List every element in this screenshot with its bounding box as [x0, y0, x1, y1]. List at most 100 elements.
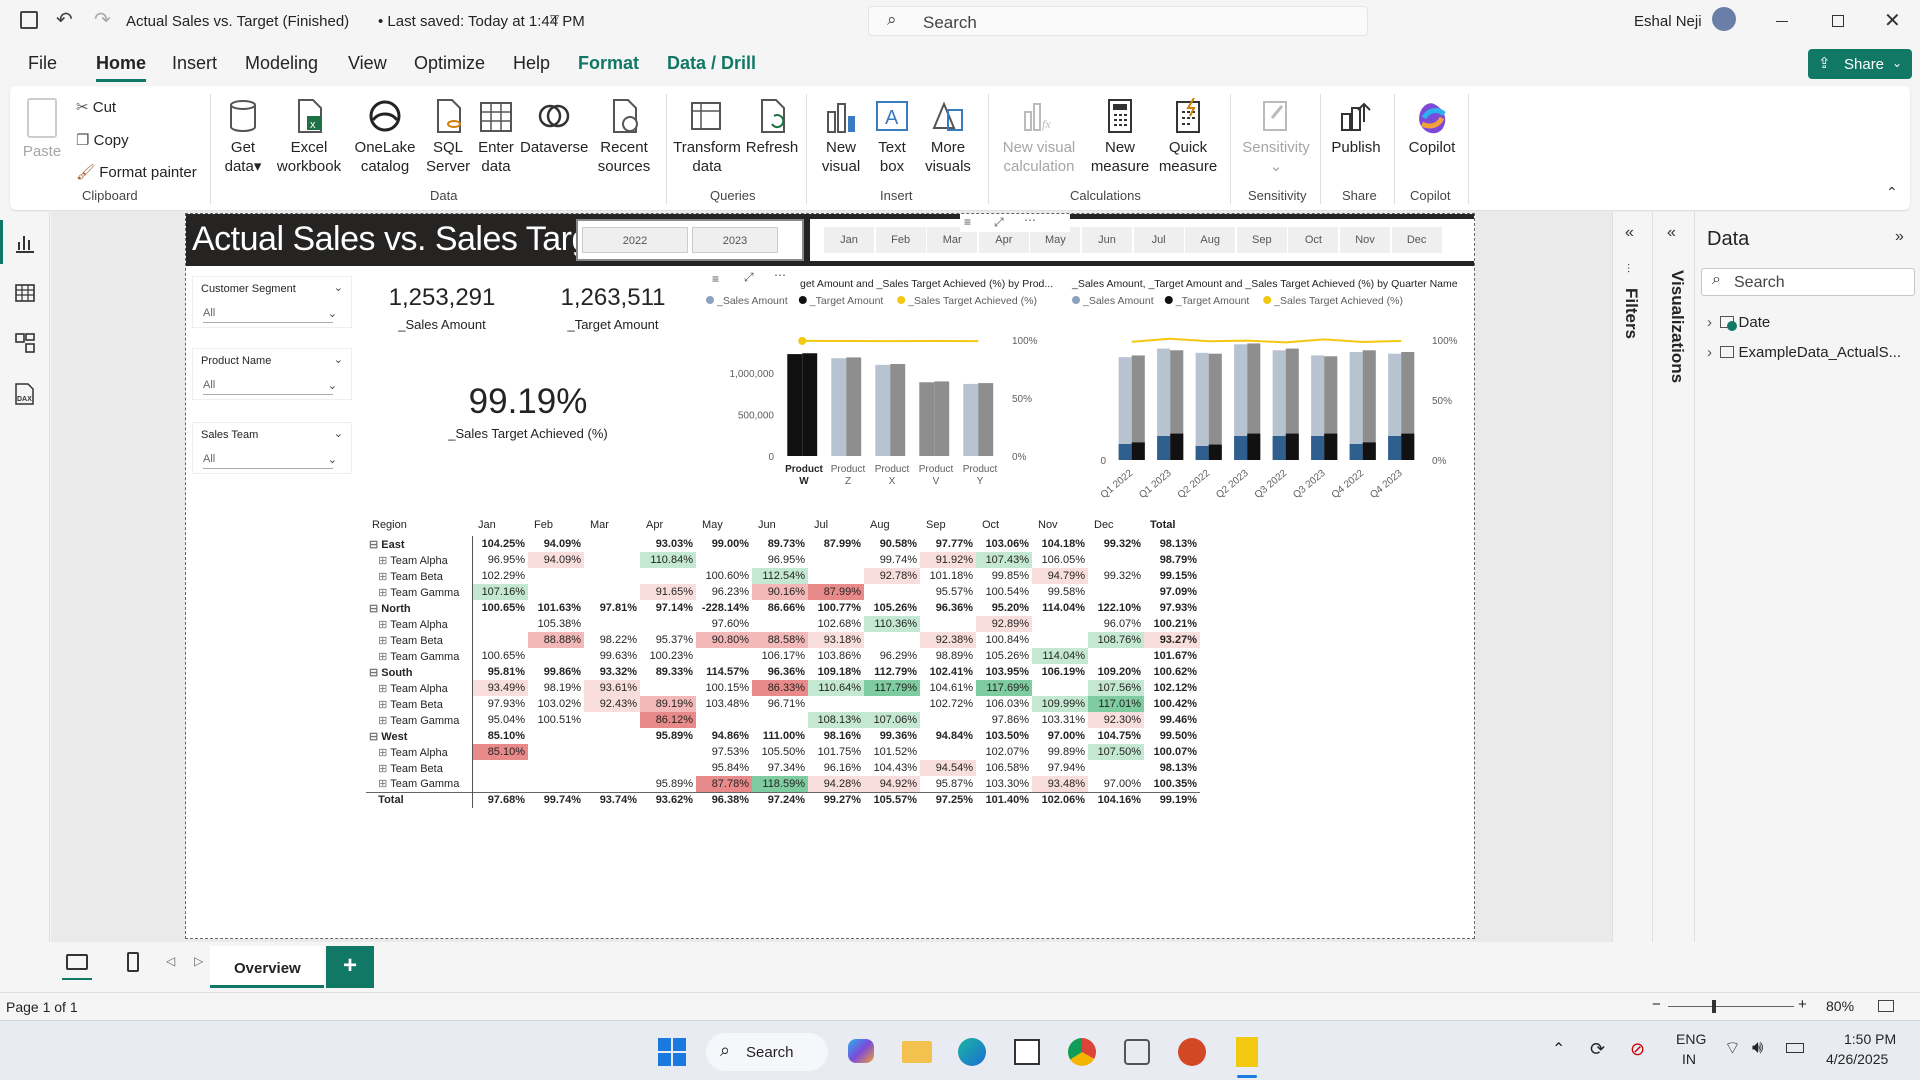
product-name-slicer[interactable]: Product Name ⌄ All ⌄	[192, 348, 352, 400]
month-button[interactable]: Feb	[875, 227, 926, 253]
table-row[interactable]: ⊟ East 104.25% 94.09% 93.03% 99.00% 89.73% 87.…	[366, 536, 1200, 552]
windows-start-icon[interactable]	[657, 1037, 687, 1067]
powerpoint-icon[interactable]	[1178, 1038, 1206, 1066]
quick-measure-button[interactable]: Quick measure	[1156, 98, 1220, 176]
edge-icon[interactable]	[958, 1038, 986, 1066]
expand-icon[interactable]: ⊞	[369, 571, 390, 583]
row-header[interactable]: ⊞ Team Alpha	[366, 744, 473, 760]
row-header[interactable]: ⊞ Team Beta	[366, 696, 473, 712]
column-header[interactable]: Jul	[808, 514, 864, 536]
row-header[interactable]: ⊞ Team Gamma	[366, 648, 473, 664]
row-header[interactable]: ⊟ West	[366, 728, 473, 744]
zoom-thumb[interactable]	[1712, 1000, 1716, 1013]
excel-workbook-button[interactable]: x Excel workbook	[274, 98, 344, 176]
sync-icon[interactable]: ⟳	[1590, 1039, 1605, 1060]
report-view-icon[interactable]	[0, 220, 3, 264]
table-row[interactable]: ⊞ Team Alpha 93.49% 98.19% 93.61% 100.15% 86.…	[366, 680, 1200, 696]
row-header[interactable]: ⊞ Team Gamma	[366, 712, 473, 728]
row-header[interactable]: ⊞ Team Gamma	[366, 584, 473, 600]
undo-icon[interactable]: ↶	[56, 7, 73, 32]
sql-server-button[interactable]: SQL Server	[426, 98, 470, 176]
expand-left-icon[interactable]: «	[1625, 224, 1634, 242]
expand-icon[interactable]: ⊞	[369, 715, 390, 727]
paste-button[interactable]: Paste	[22, 98, 62, 161]
year-button[interactable]: 2022	[582, 227, 688, 253]
new-visual-calculation-button[interactable]: fx New visual calculation	[994, 98, 1084, 176]
field-table-date[interactable]: › Date	[1707, 314, 1770, 331]
sales-team-slicer[interactable]: Sales Team ⌄ All ⌄	[192, 422, 352, 474]
expand-icon[interactable]: ⊞	[369, 763, 390, 775]
product-chart[interactable]: ≡ ⤢ ⋯ get Amount and _Sales Target Achie…	[702, 266, 1062, 502]
chevron-up-icon[interactable]: ⌃	[1552, 1039, 1565, 1059]
row-header[interactable]: ⊞ Team Alpha	[366, 616, 473, 632]
copy-button[interactable]: ❐ Copy	[76, 131, 129, 150]
column-header[interactable]: May	[696, 514, 752, 536]
chrome-icon[interactable]	[1068, 1038, 1096, 1066]
sales-amount-card[interactable]: 1,253,291 _Sales Amount	[360, 276, 524, 340]
table-row[interactable]: ⊞ Team Gamma 100.65% 99.63% 100.23% 106.17% 1…	[366, 648, 1200, 664]
enter-data-button[interactable]: Enter data	[474, 98, 518, 176]
close-icon[interactable]: ✕	[1884, 8, 1901, 33]
tab-insert[interactable]: Insert	[172, 53, 217, 74]
table-row[interactable]: ⊞ Team Beta 97.93% 103.02% 92.43% 89.19% 103.…	[366, 696, 1200, 712]
field-table-exampledata[interactable]: › ExampleData_ActualS...	[1707, 344, 1901, 361]
expand-icon[interactable]: ⊞	[369, 635, 390, 647]
taskbar-search[interactable]: ⌕ Search	[706, 1033, 828, 1071]
filter-icon[interactable]: ≡	[712, 272, 719, 286]
expand-icon[interactable]: ⊟	[369, 667, 381, 679]
expand-icon[interactable]	[369, 794, 378, 806]
table-row[interactable]: ⊟ South 95.81% 99.86% 93.32% 89.33% 114.57% 96…	[366, 664, 1200, 680]
power-bi-icon[interactable]	[1236, 1037, 1258, 1067]
snipping-tool-icon[interactable]	[1124, 1039, 1150, 1065]
data-search-input[interactable]: ⌕ Search	[1701, 268, 1915, 296]
minimize-icon[interactable]	[1776, 21, 1788, 22]
expand-icon[interactable]: ⊞	[369, 587, 390, 599]
expand-icon[interactable]: ⊞	[369, 699, 390, 711]
refresh-button[interactable]: Refresh	[744, 98, 800, 157]
row-header[interactable]: ⊟ South	[366, 664, 473, 680]
row-header[interactable]: ⊞ Team Beta	[366, 632, 473, 648]
column-header[interactable]: Dec	[1088, 514, 1144, 536]
row-header[interactable]: ⊞ Team Alpha	[366, 552, 473, 568]
tab-help[interactable]: Help	[513, 53, 550, 74]
table-row[interactable]: ⊞ Team Beta 102.29% 100.60% 112.54% 92.78% 10…	[366, 568, 1200, 584]
avatar[interactable]	[1712, 7, 1736, 31]
clock-date[interactable]: 4/26/2025	[1826, 1051, 1888, 1067]
table-row[interactable]: Total 97.68% 99.74% 93.74% 93.62% 96.38% 97.24…	[366, 791, 1200, 808]
tab-view[interactable]: View	[348, 53, 387, 74]
copilot-app-icon[interactable]	[848, 1039, 874, 1063]
row-header[interactable]: Total	[366, 791, 473, 808]
column-header[interactable]: Apr	[640, 514, 696, 536]
cut-button[interactable]: ✂ Cut	[76, 98, 116, 117]
store-icon[interactable]	[1014, 1039, 1040, 1065]
volume-icon[interactable]: 🔊︎	[1752, 1037, 1763, 1058]
more-options-icon[interactable]: ⋯	[774, 268, 786, 282]
table-row[interactable]: ⊞ Team Gamma 95.89% 87.78% 118.59% 94.28% 94.…	[366, 776, 1200, 792]
redo-icon[interactable]: ↷	[94, 7, 111, 32]
column-header[interactable]: Nov	[1032, 514, 1088, 536]
table-row[interactable]: ⊞ Team Gamma 95.04% 100.51% 86.12% 108.13% 10…	[366, 712, 1200, 728]
table-row[interactable]: ⊞ Team Alpha 96.95% 94.09% 110.84% 96.95% 99.…	[366, 552, 1200, 568]
month-button[interactable]: Jan	[824, 227, 874, 253]
page-tab-overview[interactable]: Overview	[210, 946, 324, 988]
user-name[interactable]: Eshal Neji	[1634, 13, 1702, 30]
table-row[interactable]: ⊟ West 85.10% 95.89% 94.86% 111.00% 98.16% 99.…	[366, 728, 1200, 744]
desktop-layout-icon[interactable]	[66, 954, 88, 970]
publish-button[interactable]: Publish	[1326, 98, 1386, 157]
visualizations-pane[interactable]: « Visualizations	[1652, 212, 1694, 992]
search-box[interactable]: ⌕ Search	[868, 6, 1368, 36]
text-box-button[interactable]: A Text box	[872, 98, 912, 176]
onelake-button[interactable]: OneLake catalog	[348, 98, 422, 176]
column-header[interactable]: Feb	[528, 514, 584, 536]
expand-icon[interactable]: ⊟	[369, 539, 381, 551]
column-header[interactable]: Aug	[864, 514, 920, 536]
tab-data-drill[interactable]: Data / Drill	[667, 53, 756, 74]
zoom-slider[interactable]	[1668, 1006, 1794, 1007]
column-header[interactable]: Sep	[920, 514, 976, 536]
fit-to-page-icon[interactable]	[1878, 1000, 1894, 1012]
month-button[interactable]: Dec	[1391, 227, 1442, 253]
expand-icon[interactable]: ⊟	[369, 603, 381, 615]
month-button[interactable]: Jun	[1082, 227, 1132, 253]
row-header[interactable]: ⊞ Team Beta	[366, 760, 473, 776]
collapse-right-icon[interactable]: »	[1895, 228, 1904, 246]
